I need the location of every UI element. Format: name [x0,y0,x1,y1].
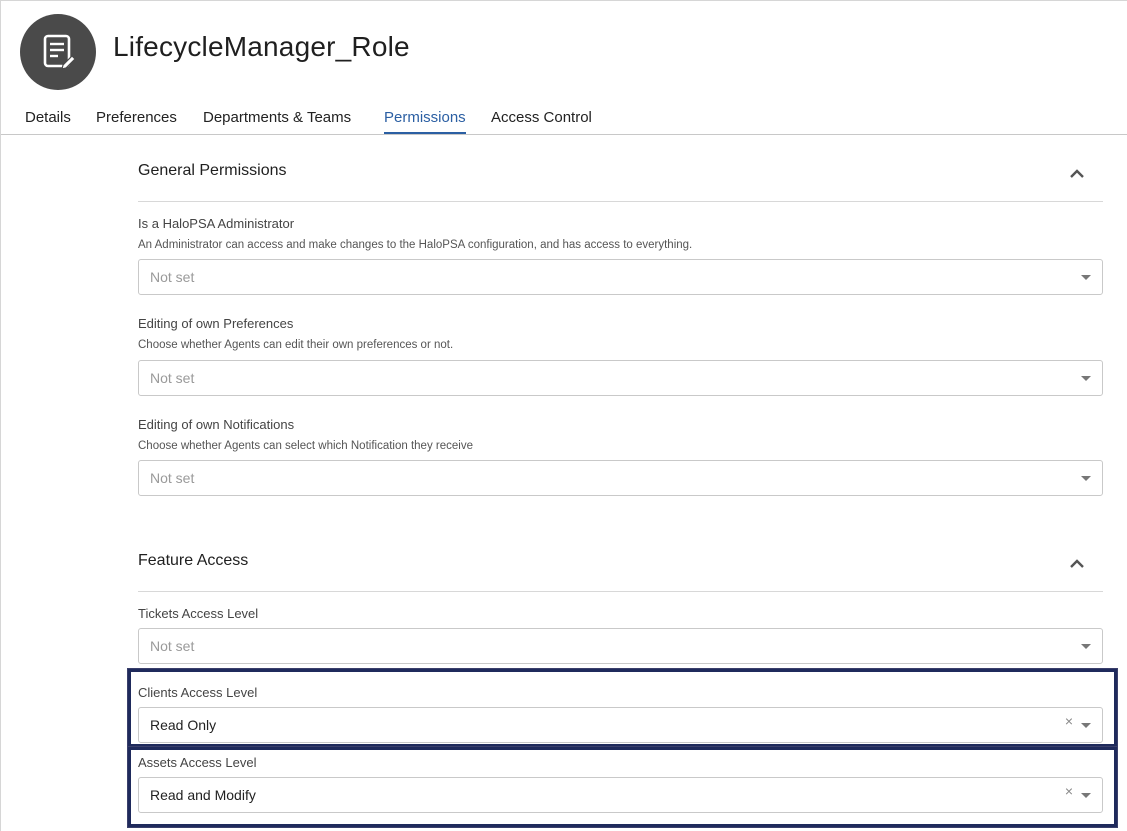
field-label-own-notifications: Editing of own Notifications [138,417,295,432]
dropdown-caret-icon [1081,275,1091,280]
select-value: Not set [150,269,195,285]
tab-access-control[interactable]: Access Control [491,109,592,132]
dropdown-caret-icon [1081,376,1091,381]
app-frame: LifecycleManager_Role Details Preference… [0,0,1127,831]
own-notifications-select[interactable]: Not set [138,460,1103,496]
select-value: Read and Modify [150,787,256,803]
field-label-assets: Assets Access Level [138,755,257,770]
field-desc-own-notifications: Choose whether Agents can select which N… [138,440,473,452]
tab-details[interactable]: Details [25,109,71,132]
field-label-admin: Is a HaloPSA Administrator [138,216,295,231]
section-title: Feature Access [138,552,249,569]
dropdown-caret-icon [1081,476,1091,481]
tab-bar: Details Preferences Departments & Teams … [1,109,1127,135]
tab-departments-teams[interactable]: Departments & Teams [203,109,351,132]
dropdown-caret-icon [1081,723,1091,728]
dropdown-caret-icon [1081,644,1091,649]
role-avatar [20,14,96,90]
chevron-up-icon[interactable] [1069,166,1085,182]
own-preferences-select[interactable]: Not set [138,360,1103,396]
tab-permissions[interactable]: Permissions [384,109,466,134]
chevron-up-icon[interactable] [1069,556,1085,572]
feature-access-header[interactable]: Feature Access [138,552,1103,592]
select-value: Not set [150,370,195,386]
field-label-own-preferences: Editing of own Preferences [138,316,294,331]
clear-icon[interactable]: × [1065,783,1073,799]
select-value: Not set [150,638,195,654]
admin-select[interactable]: Not set [138,259,1103,295]
select-value: Read Only [150,717,217,733]
select-value: Not set [150,470,195,486]
tab-preferences[interactable]: Preferences [96,109,177,132]
general-permissions-header[interactable]: General Permissions [138,162,1103,202]
page-title: LifecycleManager_Role [113,31,410,62]
clients-access-select[interactable]: Read Only × [138,707,1103,743]
field-label-clients: Clients Access Level [138,685,258,700]
tickets-access-select[interactable]: Not set [138,628,1103,664]
field-desc-admin: An Administrator can access and make cha… [138,239,693,251]
assets-access-select[interactable]: Read and Modify × [138,777,1103,813]
section-title: General Permissions [138,162,287,179]
dropdown-caret-icon [1081,793,1091,798]
document-edit-icon [43,34,76,70]
field-label-tickets: Tickets Access Level [138,606,259,621]
clear-icon[interactable]: × [1065,713,1073,729]
field-desc-own-preferences: Choose whether Agents can edit their own… [138,339,454,351]
